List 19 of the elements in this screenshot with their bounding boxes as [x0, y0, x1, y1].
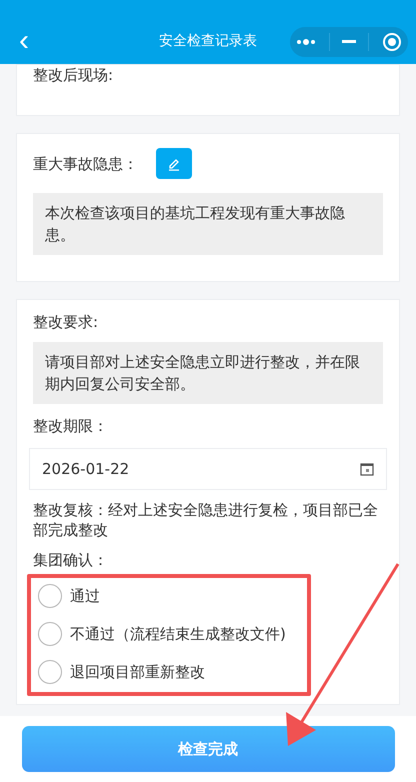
calendar-icon — [360, 462, 374, 476]
radio-option[interactable]: 通过 — [38, 584, 383, 608]
requirement-text: 请项目部对上述安全隐患立即进行整改，并在限期内回复公司安全部。 — [33, 342, 383, 404]
field-label: 整改要求: — [33, 312, 100, 332]
field-label: 集团确认： — [33, 550, 109, 570]
radio-option[interactable]: 不通过（流程结束生成整改文件) — [38, 622, 383, 646]
radio-option[interactable]: 退回项目部重新整改 — [38, 660, 383, 684]
field-label: 整改后现场: — [33, 65, 114, 85]
close-icon[interactable] — [382, 32, 402, 52]
field-label: 重大事故隐患： — [33, 154, 138, 174]
hazard-text: 本次检查该项目的基坑工程发现有重大事故隐患。 — [33, 193, 383, 255]
review-text: 整改复核：经对上述安全隐患进行复检，项目部已全部完成整改 — [33, 500, 379, 540]
minimize-icon[interactable] — [342, 40, 356, 44]
date-field[interactable]: 2026-01-22 — [29, 448, 387, 490]
pencil-icon — [167, 156, 181, 170]
page-title: 安全检查记录表 — [159, 32, 257, 50]
more-icon[interactable] — [296, 38, 316, 46]
field-label: 整改期限： — [33, 416, 109, 436]
edit-button[interactable] — [156, 148, 192, 179]
